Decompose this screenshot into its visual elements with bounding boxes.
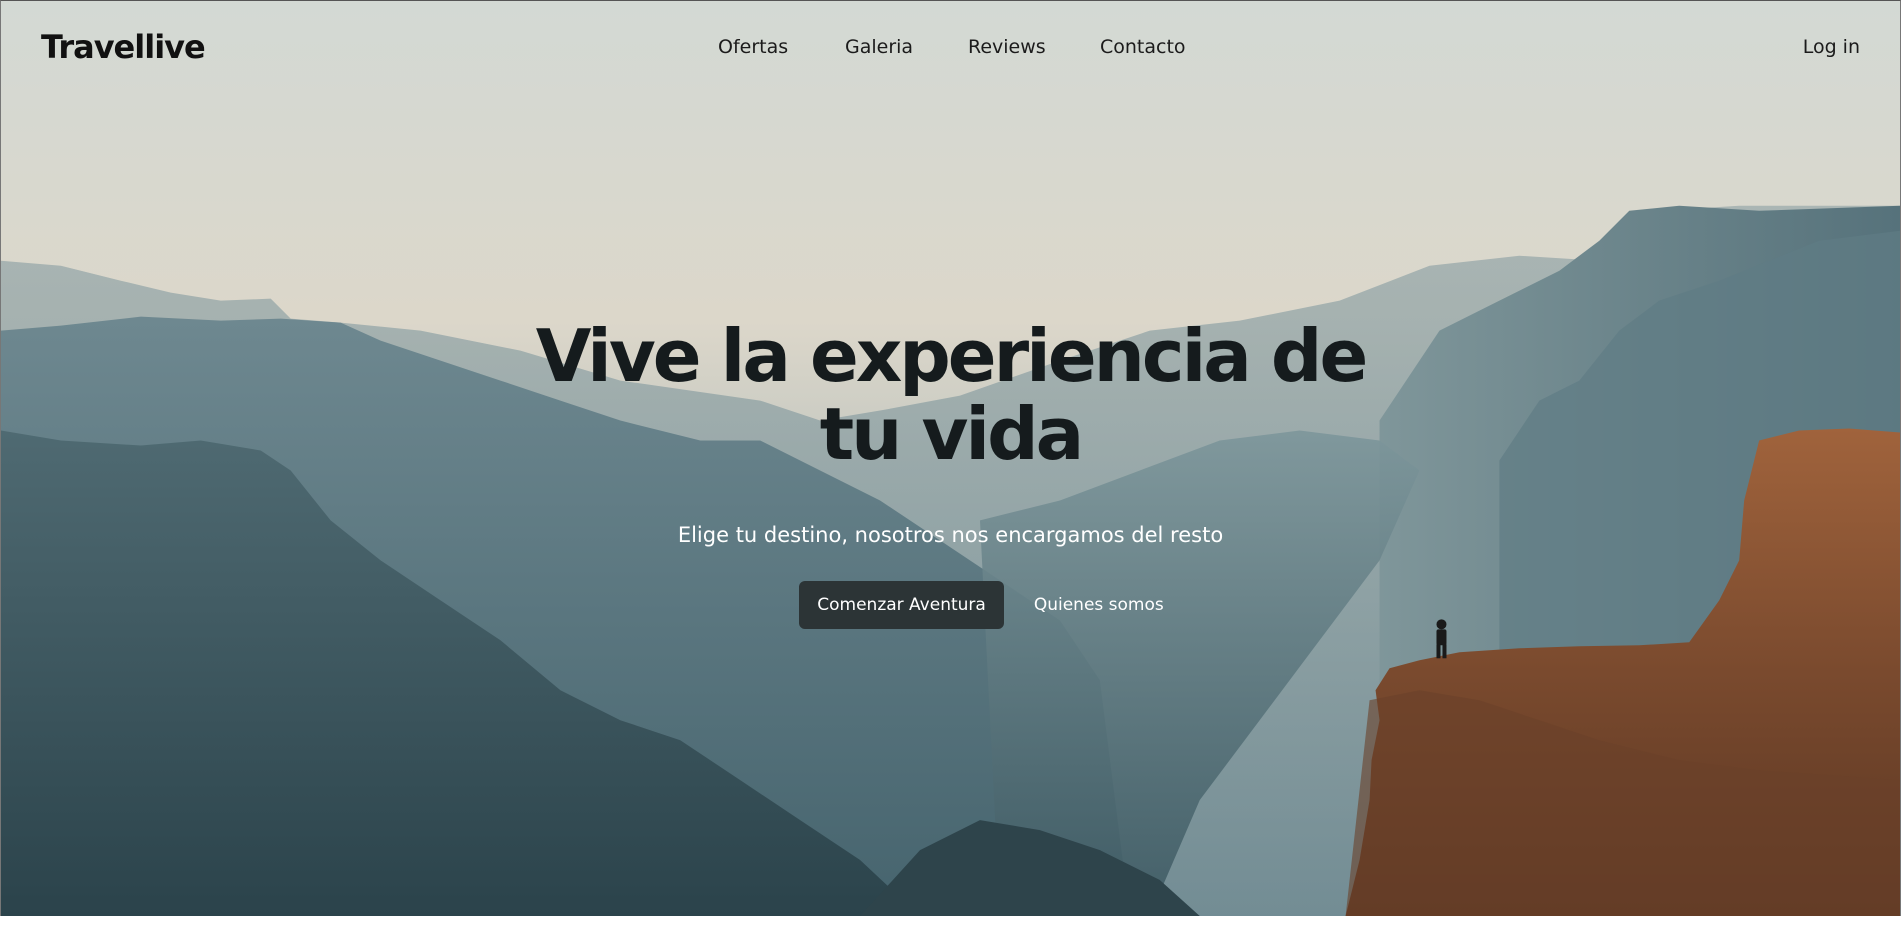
- login-link[interactable]: Log in: [1803, 36, 1860, 58]
- start-adventure-button[interactable]: Comenzar Aventura: [799, 581, 1004, 629]
- top-navbar: Travellive Ofertas Galeria Reviews Conta…: [1, 1, 1900, 93]
- nav-link-galeria[interactable]: Galeria: [845, 36, 913, 58]
- nav-link-ofertas[interactable]: Ofertas: [718, 36, 788, 58]
- hero-section: Travellive Ofertas Galeria Reviews Conta…: [0, 0, 1901, 916]
- about-us-link[interactable]: Quienes somos: [1034, 595, 1164, 615]
- hero-subtitle: Elige tu destino, nosotros nos encargamo…: [677, 523, 1224, 547]
- hero-actions: Comenzar Aventura Quienes somos: [1, 581, 1900, 629]
- hero-title: Vive la experiencia de tu vida: [535, 314, 1369, 476]
- nav-link-contacto[interactable]: Contacto: [1100, 36, 1186, 58]
- nav-links: Ofertas Galeria Reviews Contacto: [1, 36, 1900, 66]
- nav-link-reviews[interactable]: Reviews: [968, 36, 1046, 58]
- hero-content: Vive la experiencia de tu vida Elige tu …: [1, 317, 1900, 629]
